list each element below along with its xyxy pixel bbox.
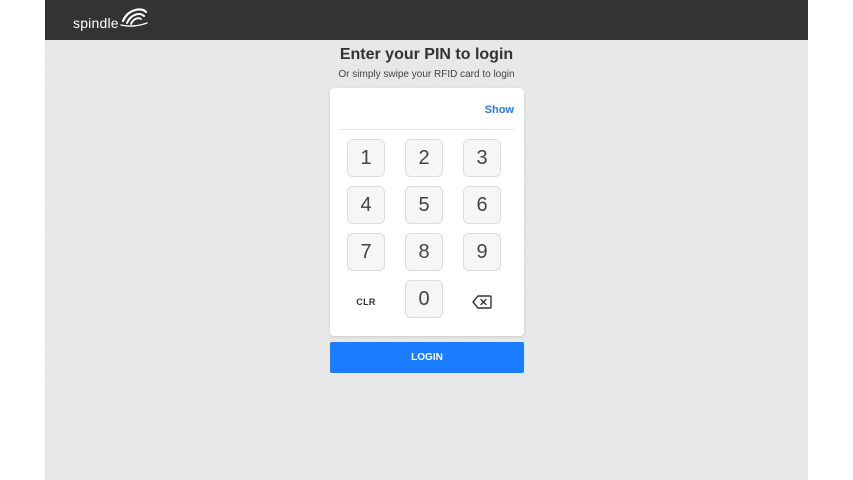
top-bar: spindle: [45, 0, 808, 40]
show-pin-link[interactable]: Show: [485, 104, 514, 116]
page-subtitle: Or simply swipe your RFID card to login: [338, 69, 515, 80]
key-4[interactable]: 4: [347, 186, 385, 224]
page-title: Enter your PIN to login: [339, 46, 514, 63]
pin-field-row: Show: [340, 88, 514, 130]
pin-display[interactable]: [340, 100, 470, 118]
brand-logo[interactable]: spindle: [73, 6, 148, 32]
brand-name: spindle: [73, 15, 119, 31]
backspace-icon: [472, 295, 492, 309]
key-7[interactable]: 7: [347, 233, 385, 271]
pin-pad-panel: Show 1 2 3 4 5 6 7 8 9 CLR 0: [330, 88, 524, 336]
key-9[interactable]: 9: [463, 233, 501, 271]
key-3[interactable]: 3: [463, 139, 501, 177]
key-0[interactable]: 0: [405, 280, 443, 318]
spindle-swirl-logo-icon: [120, 8, 148, 27]
key-1[interactable]: 1: [347, 139, 385, 177]
key-5[interactable]: 5: [405, 186, 443, 224]
clear-button[interactable]: CLR: [347, 283, 385, 321]
backspace-button[interactable]: [463, 283, 501, 321]
key-6[interactable]: 6: [463, 186, 501, 224]
key-8[interactable]: 8: [405, 233, 443, 271]
clear-label: CLR: [356, 297, 376, 307]
login-button[interactable]: LOGIN: [330, 342, 524, 373]
app-frame: spindle Enter your PIN to login Or simpl…: [45, 0, 808, 480]
key-2[interactable]: 2: [405, 139, 443, 177]
